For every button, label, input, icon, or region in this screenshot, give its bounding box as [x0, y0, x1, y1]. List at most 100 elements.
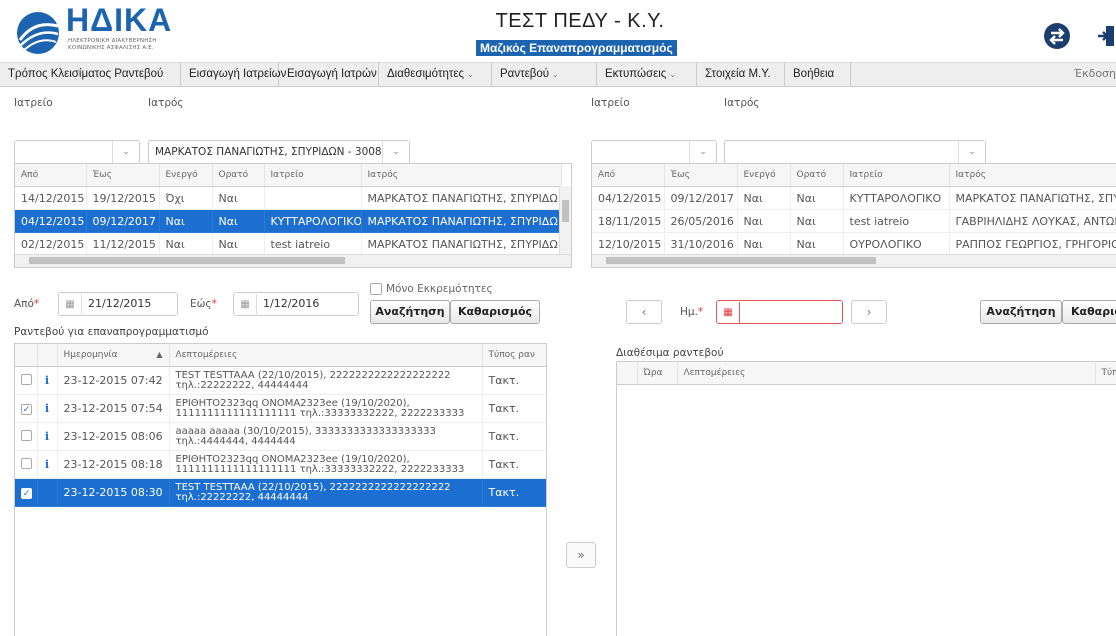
- type-column-header[interactable]: Τύπο: [1095, 362, 1116, 385]
- column-header[interactable]: Από: [592, 164, 665, 187]
- calendar-icon[interactable]: ▦: [717, 302, 740, 324]
- right-search-button[interactable]: Αναζήτηση: [980, 300, 1062, 324]
- menu-item-help[interactable]: Βοήθεια: [785, 63, 851, 86]
- select-column-header: [617, 362, 638, 385]
- cell-to: 09/12/2017: [664, 186, 738, 210]
- column-header[interactable]: Έως: [86, 164, 160, 187]
- table-row[interactable]: ✓ i 23-12-2015 07:54 ΕΡΙΘΗΤΟ2323qq ΟΝΟΜΑ…: [15, 394, 546, 423]
- column-header[interactable]: Ενεργό: [737, 164, 791, 187]
- from-date-value: 21/12/2015: [88, 297, 152, 310]
- row-checkbox[interactable]: [21, 457, 32, 469]
- table-row[interactable]: 12/10/2015 31/10/2016 Ναι Ναι ΟΥΡΟΛΟΓΙΚΟ…: [592, 232, 1116, 256]
- row-checkbox-checked[interactable]: ✓: [21, 488, 32, 499]
- from-date-input[interactable]: ▦ 21/12/2015: [58, 292, 178, 316]
- switch-unit-icon[interactable]: [1044, 23, 1070, 49]
- cell-datetime: 23-12-2015 08:18: [57, 450, 170, 479]
- menu-item-prints[interactable]: Εκτυπώσεις ⌄: [597, 63, 697, 86]
- sort-ascending-icon[interactable]: ▲: [156, 350, 162, 359]
- menu-item-label: Εισαγωγή Ιατρών: [287, 68, 377, 80]
- info-icon[interactable]: i: [45, 402, 49, 415]
- logout-icon[interactable]: [1098, 22, 1116, 50]
- table-row[interactable]: i 23-12-2015 08:06 aaaaa aaaaa (30/10/20…: [15, 422, 546, 451]
- row-checkbox-checked[interactable]: ✓: [21, 404, 32, 415]
- cell-office: test iatreio: [843, 209, 950, 233]
- row-checkbox[interactable]: [21, 429, 32, 441]
- calendar-icon[interactable]: ▦: [59, 294, 82, 316]
- table-row[interactable]: ✓ 23-12-2015 08:30 TEST TESTTAAA (22/10/…: [15, 478, 546, 507]
- column-header[interactable]: Ιατρείο: [843, 164, 950, 187]
- row-checkbox[interactable]: [21, 373, 32, 385]
- right-office-select[interactable]: ⌄: [591, 140, 717, 165]
- type-column-header[interactable]: Τύπος ραν: [482, 344, 546, 367]
- cell-from: 14/12/2015: [15, 186, 87, 210]
- left-search-button[interactable]: Αναζήτηση: [370, 300, 450, 324]
- cell-datetime: 23-12-2015 08:06: [57, 422, 170, 451]
- right-office-label: Ιατρείο: [591, 97, 630, 109]
- info-icon[interactable]: i: [45, 374, 49, 387]
- table-row[interactable]: i 23-12-2015 08:18 ΕΡΙΘΗΤΟ2323qq ΟΝΟΜΑ23…: [15, 450, 546, 479]
- cell-doctor: ΜΑΡΚΑΤΟΣ ΠΑΝΑΓΙΩΤΗΣ, ΣΠΥΡΙΔΩ: [361, 232, 562, 256]
- table-row[interactable]: 02/12/2015 11/12/2015 Ναι Ναι test iatre…: [15, 232, 562, 256]
- move-appointment-button[interactable]: »: [566, 542, 596, 568]
- cell-doctor: ΡΑΠΠΟΣ ΓΕΩΡΓΙΟΣ, ΓΡΗΓΟΡΙΟΣ: [949, 232, 1116, 256]
- left-schedule-grid: Από Έως Ενεργό Ορατό Ιατρείο Ιατρός 14/1…: [14, 163, 572, 268]
- menu-item-label: Βοήθεια: [793, 68, 835, 80]
- pending-only-checkbox[interactable]: [370, 283, 382, 295]
- table-row[interactable]: 18/11/2015 26/05/2016 Ναι Ναι test iatre…: [592, 209, 1116, 233]
- left-clear-button[interactable]: Καθαρισμός: [450, 300, 540, 324]
- info-icon[interactable]: i: [45, 458, 49, 471]
- cell-details: ΕΡΙΘΗΤΟ2323qq ΟΝΟΜΑ2323ee (19/10/2020), …: [175, 453, 465, 475]
- column-header[interactable]: Έως: [664, 164, 738, 187]
- calendar-icon[interactable]: ▦: [234, 294, 257, 316]
- cell-active: Ναι: [737, 209, 791, 233]
- next-day-button[interactable]: ›: [851, 300, 887, 324]
- cell-details: ΕΡΙΘΗΤΟ2323qq ΟΝΟΜΑ2323ee (19/10/2020), …: [175, 397, 465, 419]
- table-row[interactable]: 04/12/2015 09/12/2017 Ναι Ναι ΚΥΤΤΑΡΟΛΟΓ…: [15, 209, 562, 233]
- column-header[interactable]: Ορατό: [790, 164, 844, 187]
- left-office-select[interactable]: ⌄: [14, 140, 140, 165]
- table-row[interactable]: 04/12/2015 09/12/2017 Ναι Ναι ΚΥΤΤΑΡΟΛΟΓ…: [592, 186, 1116, 210]
- date-column-header[interactable]: Ημερομηνία ▲: [57, 344, 170, 367]
- menu-item-unit-info[interactable]: Στοιχεία Μ.Υ.: [697, 63, 785, 86]
- column-header[interactable]: Ιατρός: [361, 164, 562, 187]
- cell-active: Ναι: [159, 209, 213, 233]
- cell-type: Τακτ.: [482, 478, 546, 507]
- column-header[interactable]: Ορατό: [212, 164, 265, 187]
- logo-swirl-icon: [17, 12, 59, 54]
- details-column-header[interactable]: Λεπτομέρειες: [677, 362, 1096, 385]
- info-icon[interactable]: i: [45, 430, 49, 443]
- vertical-scrollbar[interactable]: [559, 186, 571, 254]
- cell-to: 11/12/2015: [86, 232, 160, 256]
- table-row[interactable]: 14/12/2015 19/12/2015 Όχι Ναι ΜΑΡΚΑΤΟΣ Π…: [15, 186, 562, 210]
- chevron-down-icon: ⌄: [467, 70, 474, 79]
- column-header[interactable]: Ιατρείο: [264, 164, 362, 187]
- column-header[interactable]: Ενεργό: [159, 164, 213, 187]
- to-date-input[interactable]: ▦ 1/12/2016: [233, 292, 359, 316]
- details-column-header[interactable]: Λεπτομέρειες: [169, 344, 483, 367]
- table-row[interactable]: i 23-12-2015 07:42 TEST TESTTAAA (22/10/…: [15, 366, 546, 395]
- menu-item-insert-offices[interactable]: Εισαγωγή Ιατρείων: [181, 63, 286, 86]
- left-doctor-select[interactable]: ΜΑΡΚΑΤΟΣ ΠΑΝΑΓΙΩΤΗΣ, ΣΠΥΡΙΔΩΝ - 3008 ⌄: [148, 140, 410, 165]
- day-date-input[interactable]: ▦: [716, 300, 843, 324]
- cell-datetime: 23-12-2015 07:54: [57, 394, 170, 423]
- hour-column-header[interactable]: Ώρα: [637, 362, 678, 385]
- menu-item-appointments[interactable]: Ραντεβού ⌄: [492, 63, 597, 86]
- cell-details: aaaaa aaaaa (30/10/2015), 33333333333333…: [175, 425, 436, 447]
- right-clear-button[interactable]: Καθαρισ: [1062, 300, 1116, 324]
- menu-item-insert-doctors[interactable]: Εισαγωγή Ιατρών: [279, 63, 379, 86]
- cell-active: Ναι: [737, 186, 791, 210]
- menu-item-availability[interactable]: Διαθεσιμότητες ⌄: [379, 63, 492, 86]
- horizontal-scrollbar[interactable]: [592, 254, 1116, 267]
- cell-doctor: ΜΑΡΚΑΤΟΣ ΠΑΝΑΓΙΩΤΗΣ, ΣΠΥΡΙΔΩ: [361, 186, 562, 210]
- prev-day-button[interactable]: ‹: [626, 300, 662, 324]
- main-menu: Τρόπος Κλεισίματος Ραντεβού Εισαγωγή Ιατ…: [0, 62, 1116, 87]
- column-header[interactable]: Ιατρός: [949, 164, 1116, 187]
- cell-type: Τακτ.: [482, 394, 546, 423]
- cell-office: ΟΥΡΟΛΟΓΙΚΟ: [843, 232, 950, 256]
- horizontal-scrollbar[interactable]: [15, 254, 571, 267]
- right-schedule-grid: Από Έως Ενεργό Ορατό Ιατρείο Ιατρός 04/1…: [591, 163, 1116, 268]
- right-doctor-select[interactable]: ⌄: [724, 140, 986, 165]
- column-header[interactable]: Από: [15, 164, 87, 187]
- menu-item-label: Τρόπος Κλεισίματος Ραντεβού: [8, 68, 164, 80]
- menu-item-closing-mode[interactable]: Τρόπος Κλεισίματος Ραντεβού: [0, 63, 181, 86]
